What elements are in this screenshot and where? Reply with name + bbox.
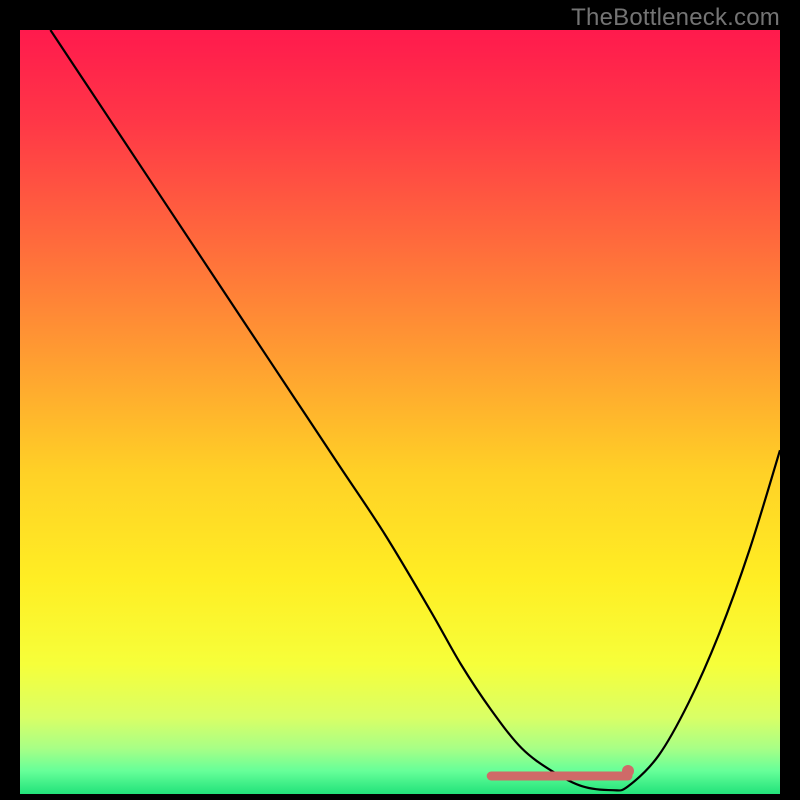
optimal-point-dot (622, 765, 634, 777)
chart-frame (20, 30, 780, 794)
chart-background (20, 30, 780, 794)
bottleneck-chart (20, 30, 780, 794)
watermark-text: TheBottleneck.com (571, 4, 780, 32)
